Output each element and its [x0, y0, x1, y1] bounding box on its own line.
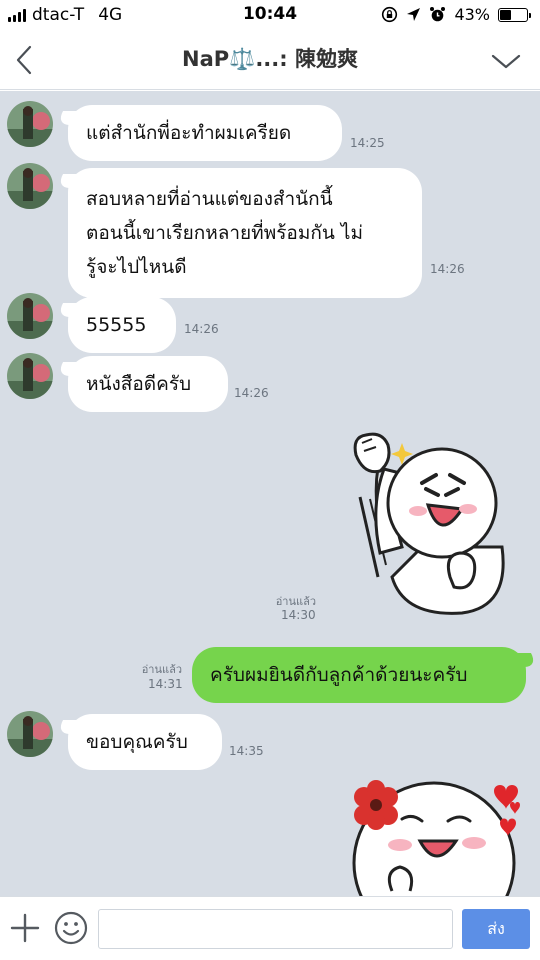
sender-avatar[interactable]	[7, 101, 53, 147]
sender-avatar[interactable]	[7, 711, 53, 757]
sender-avatar[interactable]	[7, 353, 53, 399]
sender-avatar[interactable]	[7, 163, 53, 209]
sender-avatar[interactable]	[7, 293, 53, 339]
message-bubble[interactable]: แต่สำนักพี่อะทำผมเครียด	[68, 105, 342, 161]
message-text: ครับผมยินดีกับลูกค้าด้วยนะครับ	[210, 664, 468, 686]
message-time: 14:26	[234, 386, 269, 400]
message-input[interactable]	[98, 909, 453, 949]
chevron-down-icon	[491, 54, 521, 69]
status-right: 43%	[381, 5, 531, 24]
message-line: รู้จะไปไหนดี	[86, 256, 187, 278]
message-line: ตอนนี้เขาเรียกหลายที่พร้อมกัน ไม่	[86, 222, 363, 244]
chat-title[interactable]: NaP⚖️...: 陳勉爽	[90, 43, 450, 73]
plus-icon	[10, 913, 40, 943]
back-button[interactable]	[10, 42, 40, 78]
message-bubble[interactable]: ขอบคุณครับ	[68, 714, 222, 770]
avatar-image	[7, 353, 53, 399]
battery-level	[500, 9, 512, 20]
chat-area[interactable]: แต่สำนักพี่อะทำผมเครียด 14:25 สอบหลายที่…	[0, 91, 540, 896]
read-receipt: อ่านแล้ว	[141, 663, 182, 676]
message-text: หนังสือดีครับ	[86, 373, 192, 395]
send-button[interactable]: ส่ง	[462, 909, 530, 949]
message-text: แต่สำนักพี่อะทำผมเครียด	[86, 122, 292, 144]
avatar-image	[7, 293, 53, 339]
alarm-icon	[430, 7, 446, 22]
message-bubble[interactable]: หนังสือดีครับ	[68, 356, 228, 412]
rotation-lock-icon	[382, 6, 398, 23]
message-line: สอบหลายที่อ่านแต่ของสำนักนี้	[86, 188, 333, 210]
attach-button[interactable]	[10, 913, 40, 943]
message-time: 14:31	[148, 677, 183, 691]
message-time: 14:25	[350, 136, 385, 150]
emoji-icon	[54, 911, 88, 945]
happy-moon-flower-sticker[interactable]	[344, 779, 530, 896]
my-message-bubble[interactable]: ครับผมยินดีกับลูกค้าด้วยนะครับ	[192, 647, 526, 703]
status-bar: dtac-T 4G 10:44 43%	[0, 0, 540, 32]
chat-header: NaP⚖️...: 陳勉爽	[0, 32, 540, 90]
avatar-image	[7, 711, 53, 757]
message-time: 14:26	[430, 262, 465, 276]
flower-icon	[354, 780, 398, 830]
avatar-image	[7, 101, 53, 147]
battery-percent: 43%	[454, 5, 490, 24]
message-time: 14:26	[184, 322, 219, 336]
message-bubble[interactable]: สอบหลายที่อ่านแต่ของสำนักนี้ ตอนนี้เขาเร…	[68, 168, 422, 298]
message-time: 14:35	[229, 744, 264, 758]
battery-icon	[498, 7, 531, 22]
message-text: 55555	[86, 314, 147, 336]
message-input-bar: ส่ง	[0, 896, 540, 960]
message-time: 14:30	[281, 608, 316, 622]
message-text: ขอบคุณครับ	[86, 731, 188, 753]
chevron-left-icon	[16, 45, 32, 75]
menu-dropdown-button[interactable]	[490, 48, 522, 74]
location-icon	[407, 8, 421, 21]
emoji-button[interactable]	[54, 911, 88, 945]
cheering-moon-sticker[interactable]	[342, 427, 518, 617]
avatar-image	[7, 163, 53, 209]
message-bubble[interactable]: 55555	[68, 297, 176, 353]
